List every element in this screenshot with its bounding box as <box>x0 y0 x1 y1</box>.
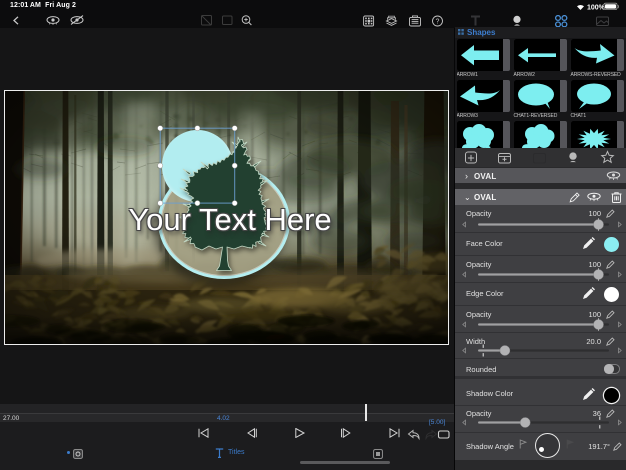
svg-text:?: ? <box>436 18 440 25</box>
svg-text:100%: 100% <box>587 4 606 11</box>
